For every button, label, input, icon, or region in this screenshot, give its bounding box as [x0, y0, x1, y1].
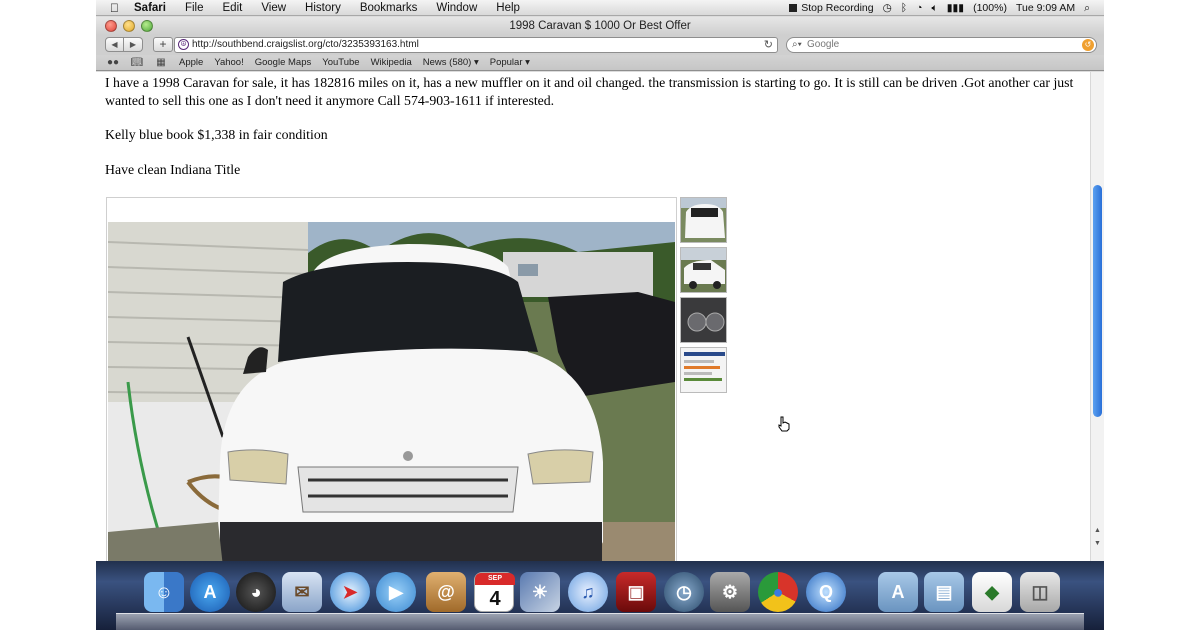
apple-menu-icon[interactable]: : [110, 1, 124, 15]
photo-booth-icon[interactable]: ▣: [616, 572, 656, 612]
applications-folder-icon[interactable]: A: [878, 572, 918, 612]
hand-cursor-icon: [778, 416, 790, 432]
spotlight-icon[interactable]: ⌕: [1084, 2, 1090, 15]
top-sites-icon[interactable]: ▦: [154, 57, 168, 68]
window-title-bar: 1998 Caravan $ 1000 Or Best Offer: [96, 17, 1104, 35]
navigation-buttons: ◀ ▶: [105, 37, 143, 52]
time-machine-icon[interactable]: ◷: [664, 572, 704, 612]
thumbnail-kbb-page-image: [681, 348, 726, 392]
window-controls: [105, 20, 159, 32]
menu-file[interactable]: File: [185, 2, 204, 14]
time-machine-menu-icon[interactable]: ◷: [883, 2, 892, 14]
minimize-window-button[interactable]: [123, 20, 135, 32]
menu-window[interactable]: Window: [436, 2, 477, 14]
bookmarks-bar: ●● 📖︎ ▦ Apple Yahoo! Google Maps YouTube…: [96, 55, 1104, 71]
browser-toolbar: ◀ ▶ + ☮ http://southbend.craigslist.org/…: [96, 35, 1104, 55]
forward-button[interactable]: ▶: [124, 37, 143, 52]
safari-icon[interactable]: ➤: [330, 572, 370, 612]
trash-icon[interactable]: ◫: [1020, 572, 1060, 612]
mac-screen:  Safari File Edit View History Bookmark…: [96, 0, 1104, 630]
mail-icon[interactable]: ✉: [282, 572, 322, 612]
dock-shelf: [116, 613, 1084, 630]
vertical-scrollbar[interactable]: ▲ ▼: [1090, 72, 1104, 561]
bookmark-popular[interactable]: Popular ▾: [490, 57, 530, 68]
close-window-button[interactable]: [105, 20, 117, 32]
address-url: http://southbend.craigslist.org/cto/3235…: [192, 39, 419, 50]
thumbnail-van-side-image: [681, 248, 726, 292]
main-photo-frame: [106, 197, 677, 561]
menu-bar:  Safari File Edit View History Bookmark…: [96, 0, 1104, 16]
reading-list-icon[interactable]: ●●: [106, 57, 120, 68]
back-button[interactable]: ◀: [105, 37, 124, 52]
iphoto-icon[interactable]: ☀: [520, 572, 560, 612]
post-description: I have a 1998 Caravan for sale, it has 1…: [105, 75, 1074, 108]
menu-edit[interactable]: Edit: [223, 2, 243, 14]
volume-icon[interactable]: 🔈︎: [931, 2, 937, 15]
web-page: I have a 1998 Caravan for sale, it has 1…: [96, 72, 1090, 561]
zoom-window-button[interactable]: [141, 20, 153, 32]
battery-icon[interactable]: ▮▮▮: [947, 2, 964, 14]
facetime-icon[interactable]: ▶: [376, 572, 416, 612]
chrome-icon[interactable]: ●: [758, 572, 798, 612]
bookmark-google-maps[interactable]: Google Maps: [255, 57, 312, 68]
thumbnail-van-side[interactable]: [680, 247, 727, 293]
stop-icon: [789, 4, 798, 12]
menu-help[interactable]: Help: [496, 2, 520, 14]
scroll-down-arrow-icon[interactable]: ▼: [1094, 540, 1101, 547]
thumbnail-dashboard-image: [681, 298, 726, 342]
search-icon: ⌕▾: [792, 39, 802, 50]
thumbnail-van-front-image: [681, 198, 726, 242]
stop-recording-label: Stop Recording: [801, 2, 874, 14]
itunes-icon[interactable]: ♫: [568, 572, 608, 612]
bookmark-news[interactable]: News (580) ▾: [423, 57, 479, 68]
van-photo[interactable]: [108, 222, 675, 561]
finder-icon[interactable]: ☺: [144, 572, 184, 612]
dashboard-icon[interactable]: ◕: [236, 572, 276, 612]
right-letterbox: [1104, 0, 1200, 630]
scroll-up-arrow-icon[interactable]: ▲: [1094, 527, 1101, 534]
stop-recording-button[interactable]: Stop Recording: [789, 2, 874, 14]
wifi-icon[interactable]: ◔: [916, 2, 922, 14]
menu-bookmarks[interactable]: Bookmarks: [360, 2, 418, 14]
menu-history[interactable]: History: [305, 2, 341, 14]
thumbnail-kbb-page[interactable]: [680, 347, 727, 393]
system-preferences-icon[interactable]: ⚙: [710, 572, 750, 612]
menu-extras: Stop Recording ◷ ᛒ ◔ 🔈︎ ▮▮▮ (100%) Tue 9…: [780, 0, 1090, 16]
calendar-day: 4: [489, 588, 501, 610]
calendar-icon[interactable]: SEP 4: [474, 572, 515, 612]
dock: ☺ A ◕ ✉ ➤ ▶ @ SEP 4 ☀ ♫ ▣ ◷ ⚙ ● Q A ▤ ◆ …: [96, 561, 1104, 630]
post-kbb-value: Kelly blue book $1,338 in fair condition: [105, 127, 328, 142]
thumbnail-van-front[interactable]: [680, 197, 727, 243]
menu-clock[interactable]: Tue 9:09 AM: [1016, 2, 1075, 14]
window-title: 1998 Caravan $ 1000 Or Best Offer: [509, 20, 691, 32]
search-placeholder: Google: [807, 39, 840, 50]
bookmark-wikipedia[interactable]: Wikipedia: [371, 57, 412, 68]
documents-folder-icon[interactable]: ▤: [924, 572, 964, 612]
post-title-note: Have clean Indiana Title: [105, 162, 241, 177]
search-field[interactable]: ⌕▾ Google ↺: [786, 37, 1097, 53]
battery-percent: (100%): [973, 2, 1007, 14]
snapback-icon[interactable]: ↺: [1082, 39, 1094, 51]
bookmark-apple[interactable]: Apple: [179, 57, 203, 68]
address-bar[interactable]: ☮ http://southbend.craigslist.org/cto/32…: [174, 37, 778, 53]
thumbnail-dashboard[interactable]: [680, 297, 727, 343]
quicktime-icon[interactable]: Q: [806, 572, 846, 612]
downloads-stack-icon[interactable]: ◆: [972, 572, 1012, 612]
menu-app-safari[interactable]: Safari: [134, 2, 166, 14]
add-bookmark-button[interactable]: +: [153, 37, 173, 52]
show-bookmarks-icon[interactable]: 📖︎: [130, 57, 144, 68]
calendar-month: SEP: [475, 573, 515, 585]
bookmark-youtube[interactable]: YouTube: [322, 57, 359, 68]
white-minivan-image: [108, 222, 675, 561]
address-book-icon[interactable]: @: [426, 572, 466, 612]
craigslist-favicon-icon: ☮: [178, 39, 189, 50]
photo-thumbnails: [680, 197, 727, 397]
bluetooth-icon[interactable]: ᛒ: [901, 2, 907, 14]
scrollbar-thumb[interactable]: [1093, 185, 1102, 417]
bookmark-yahoo[interactable]: Yahoo!: [214, 57, 243, 68]
reload-icon[interactable]: ↻: [764, 38, 773, 52]
left-letterbox: [0, 0, 96, 630]
app-store-icon[interactable]: A: [190, 572, 230, 612]
menu-view[interactable]: View: [261, 2, 286, 14]
